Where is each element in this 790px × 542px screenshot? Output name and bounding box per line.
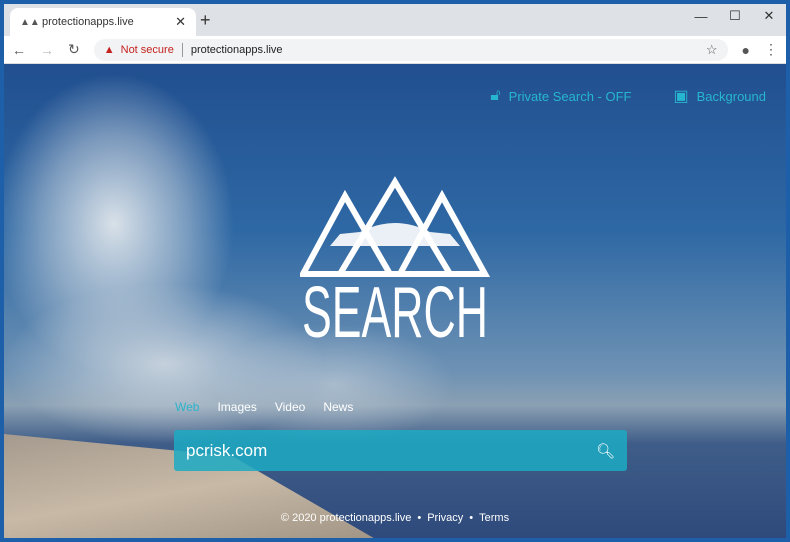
forward-icon[interactable]: → [40,42,54,58]
search-logo: SEARCH [300,174,490,344]
logo-text: SEARCH [302,273,488,344]
separator: • [417,512,422,524]
minimize-icon[interactable]: — [684,4,718,28]
copyright: © 2020 protectionapps.live [280,512,412,524]
address-bar[interactable]: ▲ Not secure protectionapps.live ☆ [93,38,728,61]
url-text[interactable]: protectionapps.live [191,44,283,56]
search-box: 🔍︎ [174,430,627,471]
bookmark-star-icon[interactable]: ☆ [706,42,718,58]
private-search-toggle[interactable]: 🔓︎ Private Search - OFF [490,87,631,105]
terms-link[interactable]: Terms [479,512,509,524]
tab-news[interactable]: News [323,400,353,414]
footer: © 2020 protectionapps.live • Privacy • Terms [4,512,786,524]
close-window-icon[interactable]: ✕ [752,4,786,28]
search-tabs: Web Images Video News [175,400,353,414]
background-label: Background [696,88,766,104]
tab-images[interactable]: Images [217,400,256,414]
privacy-link[interactable]: Privacy [427,512,463,524]
lock-open-icon: 🔓︎ [490,87,501,104]
tab-web[interactable]: Web [175,400,199,414]
divider [181,42,183,57]
warning-icon: ▲ [103,43,115,56]
new-tab-icon[interactable]: + [200,10,211,31]
profile-icon[interactable]: ● [742,42,750,58]
browser-window: ▲▲ protectionapps.live ✕ + — ☐ ✕ ← → ↻ ▲… [4,4,786,538]
security-label[interactable]: Not secure [121,44,174,56]
menu-icon[interactable]: ⋮ [764,41,778,58]
tab-title: protectionapps.live [42,16,134,28]
private-search-label: Private Search - OFF [508,88,632,104]
back-icon[interactable]: ← [12,42,26,58]
browser-tab[interactable]: ▲▲ protectionapps.live ✕ [10,8,196,36]
mountain-favicon-icon: ▲▲ [20,16,40,28]
reload-icon[interactable]: ↻ [68,41,80,58]
toolbar: ← → ↻ ▲ Not secure protectionapps.live ☆… [4,36,786,64]
image-icon: ▣ [673,88,689,105]
maximize-icon[interactable]: ☐ [718,4,752,28]
background-button[interactable]: ▣ Background [673,86,766,106]
separator: • [469,512,474,524]
close-tab-icon[interactable]: ✕ [175,14,186,30]
page-content: 🔓︎ Private Search - OFF ▣ Background SEARC… [4,64,786,538]
search-input[interactable] [186,440,596,461]
tab-bar: ▲▲ protectionapps.live ✕ + — ☐ ✕ [4,4,786,36]
tab-video[interactable]: Video [275,400,305,414]
search-icon[interactable]: 🔍︎ [596,442,615,460]
